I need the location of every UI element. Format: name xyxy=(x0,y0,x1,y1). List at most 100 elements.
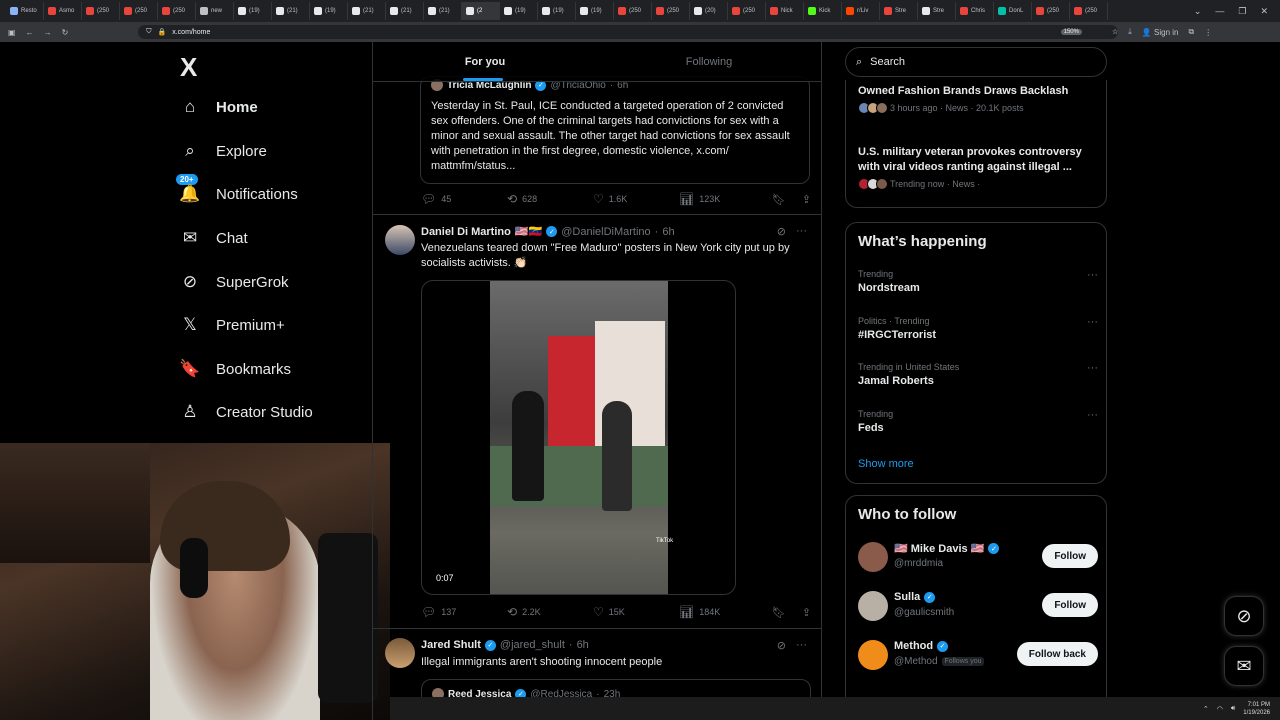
quoted-post[interactable]: Tricia McLaughlin ✓ @TriciaOhio · 6h Yes… xyxy=(420,76,810,184)
follow-suggestion[interactable]: 🇺🇸 Mike Davis 🇺🇸 ✓ @mrddmia Follow xyxy=(858,540,1098,574)
tab-list-icon[interactable]: ⌄ xyxy=(1194,6,1202,17)
views-button[interactable]: 📊︎ 184K xyxy=(679,605,765,619)
grok-icon[interactable]: ⊘ xyxy=(777,639,786,652)
nav-item-home[interactable]: ⌂ Home xyxy=(180,97,258,117)
system-clock[interactable]: 7:01 PM 1/19/2026 xyxy=(1243,701,1270,717)
author-handle[interactable]: @DanielDiMartino xyxy=(561,226,650,238)
forward-icon[interactable]: → xyxy=(44,28,52,37)
nav-item-chat[interactable]: ✉ Chat xyxy=(180,228,248,248)
nav-item-supergrok[interactable]: ⊘ SuperGrok xyxy=(180,272,289,292)
author-handle[interactable]: @jared_shult xyxy=(500,639,565,651)
browser-tab[interactable]: (250 xyxy=(120,2,158,20)
browser-tab[interactable]: (21) xyxy=(272,2,310,20)
browser-tab[interactable]: (21) xyxy=(348,2,386,20)
browser-tab[interactable]: Nick xyxy=(766,2,804,20)
tab-for-you[interactable]: For you xyxy=(373,42,597,81)
tab-following[interactable]: Following xyxy=(597,42,821,81)
tray-chevron-icon[interactable]: ⌃ xyxy=(1203,705,1209,713)
follow-button[interactable]: Follow back xyxy=(1016,642,1098,666)
grok-icon[interactable]: ⊘ xyxy=(777,225,786,238)
avatar[interactable] xyxy=(858,640,888,670)
browser-tab[interactable]: Kick xyxy=(804,2,842,20)
bookmark-icon[interactable]: 🔖︎ xyxy=(772,193,786,206)
bookmark-icon[interactable]: 🔖︎ xyxy=(772,606,786,619)
browser-tab[interactable]: new xyxy=(196,2,234,20)
download-icon[interactable]: ⤓ xyxy=(1128,27,1132,37)
author-name[interactable]: Daniel Di Martino xyxy=(421,226,511,238)
show-more-link[interactable]: Show more xyxy=(858,458,914,470)
search-box[interactable]: ⌕ xyxy=(845,47,1107,77)
more-icon[interactable]: ··· xyxy=(796,639,807,652)
browser-tab[interactable]: (250 xyxy=(158,2,196,20)
browser-tab[interactable]: (250 xyxy=(1032,2,1070,20)
follow-suggestion[interactable]: Sulla ✓ @gaulicsmith Follow xyxy=(858,589,1098,623)
avatar[interactable] xyxy=(858,542,888,572)
trend-item[interactable]: Politics · Trending #IRGCTerrorist ··· xyxy=(858,316,1098,341)
extensions-icon[interactable]: ⧉ xyxy=(1188,27,1194,37)
search-input[interactable] xyxy=(870,56,1071,68)
post-time[interactable]: 6h xyxy=(577,639,589,651)
browser-tab[interactable]: Resto xyxy=(6,2,44,20)
zoom-badge[interactable]: 150% xyxy=(1060,29,1082,35)
browser-tab[interactable]: (250 xyxy=(614,2,652,20)
more-icon[interactable]: ··· xyxy=(1087,362,1098,374)
back-icon[interactable]: ← xyxy=(26,28,34,37)
browser-tab[interactable]: (21) xyxy=(386,2,424,20)
messages-fab-button[interactable]: ✉ xyxy=(1224,646,1264,686)
minimize-icon[interactable]: — xyxy=(1215,6,1224,16)
browser-tab[interactable]: (250 xyxy=(1070,2,1108,20)
address-bar[interactable]: ⛉ 🔒 x.com/home 150% ☆ xyxy=(138,25,1119,39)
like-button[interactable]: ♡ 1.6K xyxy=(593,192,679,206)
more-icon[interactable]: ··· xyxy=(1087,409,1098,421)
follow-suggestion[interactable]: Method ✓ @Method Follows you Follow back xyxy=(858,638,1098,672)
trend-item[interactable]: Trending Feds ··· xyxy=(858,409,1098,434)
trend-item[interactable]: Trending Nordstream ··· xyxy=(858,269,1098,294)
author-name[interactable]: Jared Shult xyxy=(421,639,481,651)
more-icon[interactable]: ··· xyxy=(1087,316,1098,328)
trend-item[interactable]: Trending in United States Jamal Roberts ··… xyxy=(858,362,1098,387)
browser-tab[interactable]: (19) xyxy=(500,2,538,20)
repost-button[interactable]: ⟲ 2.2K xyxy=(507,605,593,619)
maximize-icon[interactable]: ❐ xyxy=(1238,6,1246,17)
browser-tab[interactable]: Stre xyxy=(880,2,918,20)
grok-fab-button[interactable]: ⊘ xyxy=(1224,596,1264,636)
browser-tab[interactable]: r/Liv xyxy=(842,2,880,20)
browser-tab[interactable]: (250 xyxy=(728,2,766,20)
more-icon[interactable]: ··· xyxy=(796,225,807,238)
news-item[interactable]: U.S. military veteran provokes controver… xyxy=(858,145,1098,190)
browser-tab[interactable]: Stre xyxy=(918,2,956,20)
avatar[interactable] xyxy=(385,638,415,668)
follow-button[interactable]: Follow xyxy=(1042,593,1098,617)
x-logo[interactable]: X xyxy=(180,52,197,83)
more-icon[interactable]: ··· xyxy=(1087,269,1098,281)
nav-item-premium[interactable]: 𝕏 Premium+ xyxy=(180,315,285,335)
avatar[interactable] xyxy=(858,591,888,621)
browser-tab[interactable]: (19) xyxy=(576,2,614,20)
repost-button[interactable]: ⟲ 628 xyxy=(507,192,593,206)
views-button[interactable]: 📊︎ 123K xyxy=(679,192,765,206)
browser-tab[interactable]: (21) xyxy=(424,2,462,20)
share-icon[interactable]: ⇪ xyxy=(802,606,811,619)
close-window-icon[interactable]: ✕ xyxy=(1260,6,1268,17)
video-player[interactable]: TikTok 0:07 xyxy=(421,280,736,595)
nav-item-creator-studio[interactable]: ♙ Creator Studio xyxy=(180,402,312,422)
browser-tab[interactable]: (20) xyxy=(690,2,728,20)
reply-button[interactable]: 💬︎ 45 xyxy=(421,192,507,206)
browser-tab[interactable]: (19) xyxy=(310,2,348,20)
browser-tab[interactable]: (250 xyxy=(652,2,690,20)
post-time[interactable]: 6h xyxy=(662,226,674,238)
nav-item-bookmarks[interactable]: 🔖 Bookmarks xyxy=(179,359,291,379)
star-icon[interactable]: ☆ xyxy=(1112,28,1118,36)
sign-in-button[interactable]: 👤 Sign in xyxy=(1142,28,1179,37)
browser-tab[interactable]: (2 xyxy=(462,2,500,20)
menu-icon[interactable]: ⋮ xyxy=(1204,28,1212,37)
reload-icon[interactable]: ↻ xyxy=(62,28,69,37)
browser-tab[interactable]: (250 xyxy=(82,2,120,20)
sidebar-toggle-icon[interactable]: ▣ xyxy=(8,28,16,37)
browser-tab[interactable]: Chris xyxy=(956,2,994,20)
browser-tab[interactable]: (19) xyxy=(234,2,272,20)
browser-tab[interactable]: (19) xyxy=(538,2,576,20)
nav-item-explore[interactable]: ⌕ Explore xyxy=(180,141,267,161)
avatar[interactable] xyxy=(385,225,415,255)
nav-item-notifications[interactable]: 20+ 🔔 Notifications xyxy=(176,174,298,204)
